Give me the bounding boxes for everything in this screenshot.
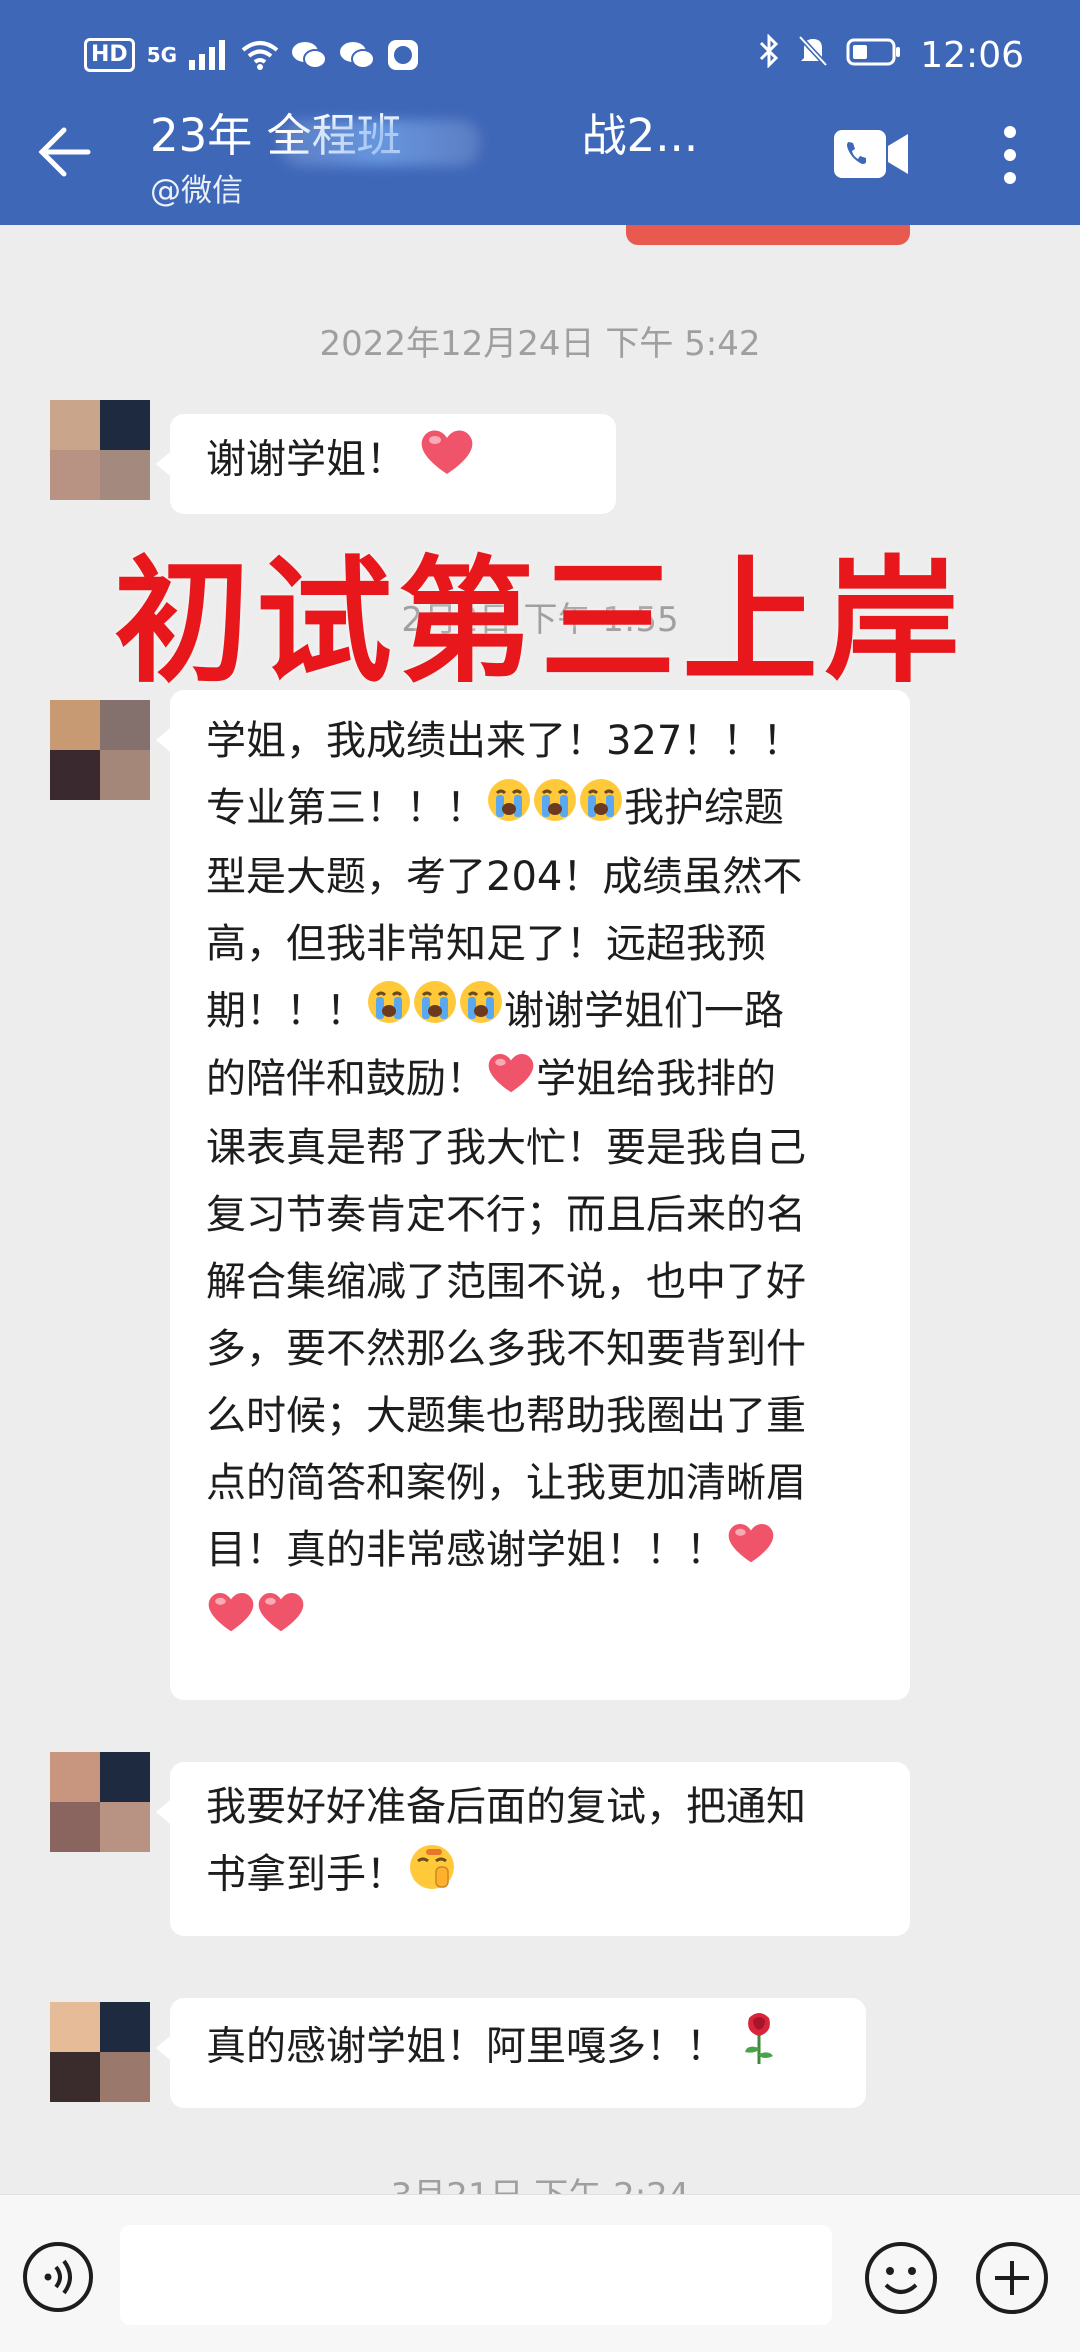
message-bubble[interactable]: 真的感谢学姐！阿里嘎多！！ bbox=[156, 1998, 866, 2108]
message-bubble[interactable]: 谢谢学姐！ bbox=[156, 414, 616, 514]
message-input[interactable] bbox=[120, 2225, 832, 2325]
chat-header: HD 5G 12:06 23年 全程班 战2... @微信 bbox=[0, 0, 1080, 225]
message-line: 目！真的非常感谢学姐！！！ bbox=[206, 1517, 874, 1586]
message-text: 真的感谢学姐！阿里嘎多！！ bbox=[206, 2023, 726, 2070]
video-call-icon[interactable] bbox=[832, 128, 912, 180]
message-bubble[interactable]: 我要好好准备后面的复试，把通知 书拿到手！ bbox=[156, 1762, 910, 1936]
message-line: 高，但我非常知足了！远超我预 bbox=[206, 920, 766, 967]
hd-badge: HD bbox=[84, 38, 135, 72]
timestamp: 2022年12月24日 下午 5:42 bbox=[319, 324, 761, 364]
message-text: 我护综题 bbox=[624, 785, 784, 831]
message-line: 解合集缩减了范围不说，也中了好 bbox=[206, 1258, 806, 1305]
message-text: 的陪伴和鼓励！ bbox=[206, 1056, 486, 1102]
crying-face-icon bbox=[532, 777, 578, 844]
emoji-icon[interactable] bbox=[864, 2241, 938, 2315]
message-text: 目！真的非常感谢学姐！！！ bbox=[206, 1526, 726, 1573]
input-bar bbox=[0, 2194, 1080, 2352]
plus-icon[interactable] bbox=[975, 2241, 1049, 2315]
crying-face-icon bbox=[366, 979, 412, 1046]
voice-icon[interactable] bbox=[22, 2241, 94, 2313]
heart-icon bbox=[726, 1518, 776, 1585]
previous-message-remnant bbox=[626, 225, 910, 245]
message-text: 期！！！ bbox=[206, 987, 366, 1034]
message-bubble[interactable]: 学姐，我成绩出来了！327！！！ 专业第三！！！ 我护综题 型是大题，考了204！… bbox=[156, 690, 910, 1700]
crying-face-icon bbox=[578, 777, 624, 844]
chat-title-tail: 战2... bbox=[581, 109, 699, 162]
heart-icon bbox=[486, 1048, 536, 1115]
message-line: 书拿到手！ bbox=[206, 1841, 874, 1912]
clock: 12:06 bbox=[920, 35, 1024, 76]
bluetooth-icon bbox=[758, 33, 780, 77]
timestamp: 3月21日 下午 2:24 bbox=[0, 2174, 1080, 2194]
avatar[interactable] bbox=[50, 700, 150, 800]
wechat-notify-icon-2 bbox=[339, 40, 376, 70]
message-line: 复习节奏肯定不行；而且后来的名 bbox=[206, 1191, 806, 1238]
wechat-notify-icon bbox=[291, 40, 328, 70]
mute-bell-icon bbox=[798, 34, 829, 77]
crying-face-icon bbox=[412, 979, 458, 1046]
crying-face-icon bbox=[486, 777, 532, 844]
avatar[interactable] bbox=[50, 1752, 150, 1852]
message-text: 书拿到手！ bbox=[206, 1851, 406, 1898]
back-arrow-icon[interactable] bbox=[34, 122, 94, 182]
heart-icon bbox=[419, 426, 475, 497]
heart-icon bbox=[206, 1587, 256, 1654]
message-line: 点的简答和案例，让我更加清晰眉 bbox=[206, 1459, 806, 1506]
message-text: 谢谢学姐们一路 bbox=[504, 987, 784, 1034]
message-line bbox=[206, 1585, 874, 1654]
message-text: 专业第三！！！ bbox=[206, 785, 486, 831]
message-line: 期！！！ 谢谢学姐们一路 bbox=[206, 978, 874, 1047]
app-notify-icon bbox=[387, 39, 419, 71]
rose-icon bbox=[739, 2010, 779, 2087]
more-icon[interactable] bbox=[996, 122, 1024, 188]
signal-icon bbox=[189, 40, 229, 70]
battery-icon bbox=[846, 35, 902, 76]
blurred-title-region bbox=[280, 120, 480, 166]
message-line: 专业第三！！！ 我护综题 bbox=[206, 775, 874, 844]
network-indicator: 5G bbox=[146, 43, 178, 67]
avatar[interactable] bbox=[50, 400, 150, 500]
message-text: 谢谢学姐！ bbox=[206, 436, 406, 483]
crying-face-icon bbox=[458, 979, 504, 1046]
message-line: 我要好好准备后面的复试，把通知 bbox=[206, 1784, 806, 1830]
wifi-icon bbox=[241, 40, 279, 70]
avatar[interactable] bbox=[50, 2002, 150, 2102]
message-line: 多，要不然那么多我不知要背到什 bbox=[206, 1325, 806, 1372]
shushing-face-icon bbox=[406, 1841, 460, 1912]
message-line: 的陪伴和鼓励！ 学姐给我排的 bbox=[206, 1046, 874, 1115]
status-bar: HD 5G 12:06 bbox=[0, 0, 1080, 110]
message-line: 课表真是帮了我大忙！要是我自己 bbox=[206, 1124, 806, 1171]
message-line: 型是大题，考了204！成绩虽然不 bbox=[206, 853, 803, 900]
chat-subtitle: @微信 bbox=[150, 173, 243, 209]
overlay-headline: 初试第三上岸 bbox=[114, 544, 966, 702]
message-text: 学姐给我排的 bbox=[536, 1056, 776, 1102]
message-line: 么时候；大题集也帮助我圈出了重 bbox=[206, 1392, 806, 1439]
message-line: 学姐，我成绩出来了！327！！！ bbox=[206, 718, 803, 764]
heart-icon bbox=[256, 1587, 306, 1654]
